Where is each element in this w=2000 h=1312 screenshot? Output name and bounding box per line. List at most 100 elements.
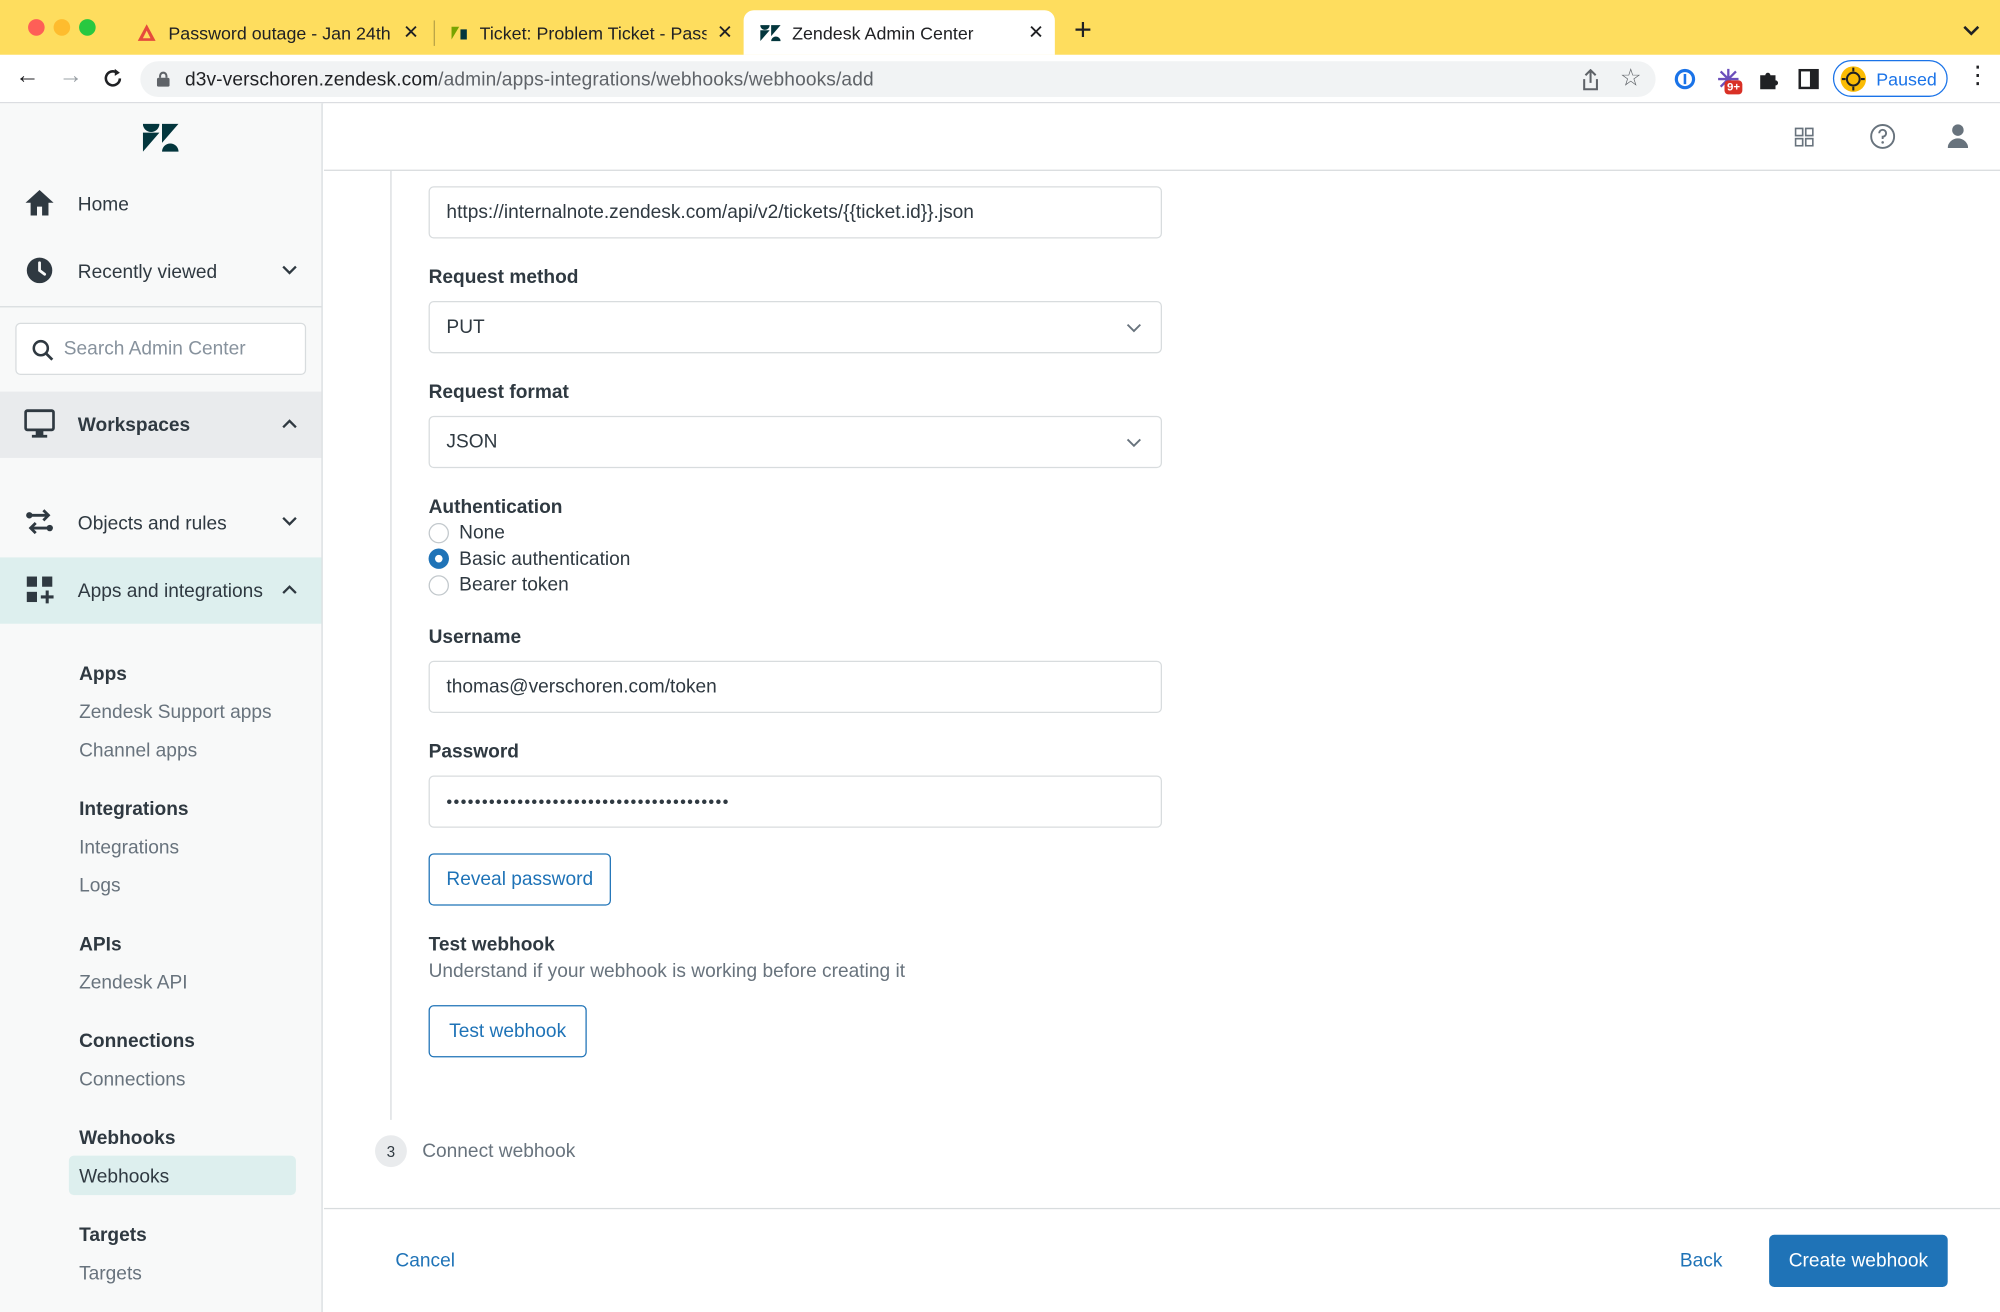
search-admin-center[interactable] bbox=[15, 322, 307, 375]
back-button[interactable]: Back bbox=[1680, 1250, 1723, 1272]
chevron-up-icon bbox=[282, 419, 297, 429]
tab-search-chevron-icon[interactable] bbox=[1963, 25, 1980, 36]
submenu-link-logs[interactable]: Logs bbox=[79, 875, 120, 897]
submenu-heading-apps: Apps bbox=[79, 663, 127, 685]
request-format-label: Request format bbox=[428, 381, 569, 404]
zendesk-logo-icon[interactable] bbox=[142, 123, 179, 152]
chevron-up-icon bbox=[282, 585, 297, 594]
chevron-down-icon bbox=[1126, 438, 1141, 448]
warning-favicon-icon bbox=[137, 23, 156, 41]
endpoint-url-input[interactable]: https://internalnote.zendesk.com/api/v2/… bbox=[428, 186, 1162, 239]
browser-tab-strip: Password outage - Jan 24th, 2 ✕ Ticket: … bbox=[0, 0, 2000, 55]
browser-tab-problem-ticket[interactable]: Ticket: Problem Ticket - Passw bbox=[449, 10, 707, 55]
zendesk-favicon-icon bbox=[760, 24, 781, 41]
close-tab-icon[interactable]: ✕ bbox=[403, 20, 419, 44]
url-text: d3v-verschoren.zendesk.com/admin/apps-in… bbox=[185, 68, 874, 90]
sidebar-item-label: Apps and integrations bbox=[77, 579, 263, 602]
submenu-link-zendesk-api[interactable]: Zendesk API bbox=[79, 972, 187, 994]
authentication-label: Authentication bbox=[428, 496, 563, 518]
test-webhook-button[interactable]: Test webhook bbox=[428, 1005, 587, 1058]
sidebar-item-apps-and-integrations[interactable]: Apps and integrations bbox=[0, 557, 322, 624]
request-method-value: PUT bbox=[446, 316, 485, 339]
request-method-select[interactable]: PUT bbox=[428, 301, 1162, 354]
sidebar-item-label: Objects and rules bbox=[77, 512, 227, 534]
back-arrow-icon[interactable]: ← bbox=[15, 62, 39, 90]
lock-icon[interactable] bbox=[156, 71, 170, 87]
browser-tab-password-outage[interactable]: Password outage - Jan 24th, 2 bbox=[136, 10, 392, 55]
submenu-link-connections[interactable]: Connections bbox=[79, 1069, 185, 1091]
auth-option-none[interactable]: None bbox=[459, 522, 505, 544]
share-icon[interactable] bbox=[1582, 68, 1600, 91]
tab-title: Password outage - Jan 24th, 2 bbox=[168, 22, 392, 43]
tab-title: Ticket: Problem Ticket - Passw bbox=[479, 22, 707, 43]
product-tray-grid-icon[interactable] bbox=[1794, 127, 1814, 147]
stepper-line bbox=[390, 170, 392, 1120]
close-window-button[interactable] bbox=[28, 19, 45, 36]
username-value: thomas@verschoren.com/token bbox=[446, 676, 717, 698]
extensions-puzzle-icon[interactable] bbox=[1751, 62, 1784, 95]
reveal-password-button[interactable]: Reveal password bbox=[428, 853, 611, 906]
auth-radio-bearer[interactable] bbox=[428, 575, 449, 596]
home-icon bbox=[25, 190, 54, 216]
auth-radio-none[interactable] bbox=[428, 522, 449, 544]
minimize-window-button[interactable] bbox=[53, 19, 71, 36]
submenu-link-webhooks[interactable]: Webhooks bbox=[79, 1166, 169, 1188]
search-input[interactable] bbox=[63, 338, 294, 360]
request-method-label: Request method bbox=[428, 266, 579, 289]
maximize-window-button[interactable] bbox=[79, 19, 96, 36]
close-tab-icon[interactable]: ✕ bbox=[717, 20, 733, 44]
submenu-heading-integrations: Integrations bbox=[79, 798, 189, 821]
profile-status-label: Paused bbox=[1876, 68, 1937, 89]
user-avatar-icon[interactable] bbox=[1947, 124, 1969, 150]
forward-arrow-icon[interactable]: → bbox=[59, 62, 83, 90]
password-label: Password bbox=[428, 741, 519, 763]
reload-icon[interactable] bbox=[102, 68, 124, 90]
browser-tab-admin-center[interactable]: Zendesk Admin Center bbox=[743, 10, 1055, 55]
extension-sparkle-icon[interactable]: 9+ bbox=[1712, 62, 1745, 95]
new-tab-icon[interactable]: + bbox=[1074, 13, 1092, 49]
auth-radio-basic[interactable] bbox=[428, 548, 449, 569]
tab-divider bbox=[433, 20, 435, 46]
sidebar-item-home[interactable]: Home bbox=[0, 171, 321, 237]
browser-menu-kebab-icon[interactable]: ⋮ bbox=[1966, 63, 1990, 90]
test-webhook-heading: Test webhook bbox=[428, 933, 555, 956]
submenu-link-integrations[interactable]: Integrations bbox=[79, 837, 179, 859]
side-panel-icon[interactable] bbox=[1792, 62, 1825, 95]
password-value: •••••••••••••••••••••••••••••••••••••••• bbox=[446, 792, 730, 812]
step-number-badge: 3 bbox=[374, 1135, 407, 1168]
step-number: 3 bbox=[386, 1142, 396, 1161]
cancel-button[interactable]: Cancel bbox=[395, 1250, 455, 1272]
password-input[interactable]: •••••••••••••••••••••••••••••••••••••••• bbox=[428, 775, 1162, 828]
sidebar-item-label: Home bbox=[77, 193, 129, 215]
extension-badge: 9+ bbox=[1724, 80, 1743, 95]
submenu-link-channel-apps[interactable]: Channel apps bbox=[79, 740, 197, 762]
sidebar-item-workspaces[interactable]: Workspaces bbox=[0, 391, 322, 458]
admin-header bbox=[323, 103, 2000, 171]
sidebar-item-objects-and-rules[interactable]: Objects and rules bbox=[0, 490, 321, 556]
submenu-heading-targets: Targets bbox=[79, 1224, 147, 1247]
search-icon bbox=[32, 339, 54, 361]
profile-paused-button[interactable]: Paused bbox=[1832, 59, 1948, 97]
profile-avatar-icon bbox=[1840, 65, 1867, 92]
tab-title: Zendesk Admin Center bbox=[792, 22, 974, 43]
submenu-link-targets[interactable]: Targets bbox=[79, 1263, 142, 1285]
auth-option-basic[interactable]: Basic authentication bbox=[459, 548, 630, 570]
submenu-link-zendesk-support-apps[interactable]: Zendesk Support apps bbox=[79, 702, 272, 724]
create-webhook-label: Create webhook bbox=[1788, 1249, 1929, 1272]
sidebar-item-label: Recently viewed bbox=[77, 260, 218, 283]
url-host: d3v-verschoren.zendesk.com bbox=[184, 68, 439, 90]
create-webhook-button[interactable]: Create webhook bbox=[1769, 1234, 1948, 1287]
submenu-heading-apis: APIs bbox=[79, 933, 122, 956]
monitor-icon bbox=[24, 409, 55, 438]
password-manager-extension-icon[interactable] bbox=[1668, 62, 1701, 95]
username-input[interactable]: thomas@verschoren.com/token bbox=[428, 660, 1162, 714]
objects-rules-arrows-icon bbox=[26, 509, 53, 535]
bookmark-star-icon[interactable]: ☆ bbox=[1620, 64, 1642, 93]
address-bar[interactable]: d3v-verschoren.zendesk.com/admin/apps-in… bbox=[140, 61, 1656, 97]
sidebar-item-recently-viewed[interactable]: Recently viewed bbox=[0, 239, 321, 305]
close-tab-icon[interactable]: ✕ bbox=[1028, 20, 1044, 44]
help-question-icon[interactable] bbox=[1870, 124, 1896, 150]
chevron-down-icon bbox=[1126, 323, 1141, 333]
request-format-select[interactable]: JSON bbox=[428, 415, 1162, 469]
auth-option-bearer[interactable]: Bearer token bbox=[459, 574, 569, 596]
